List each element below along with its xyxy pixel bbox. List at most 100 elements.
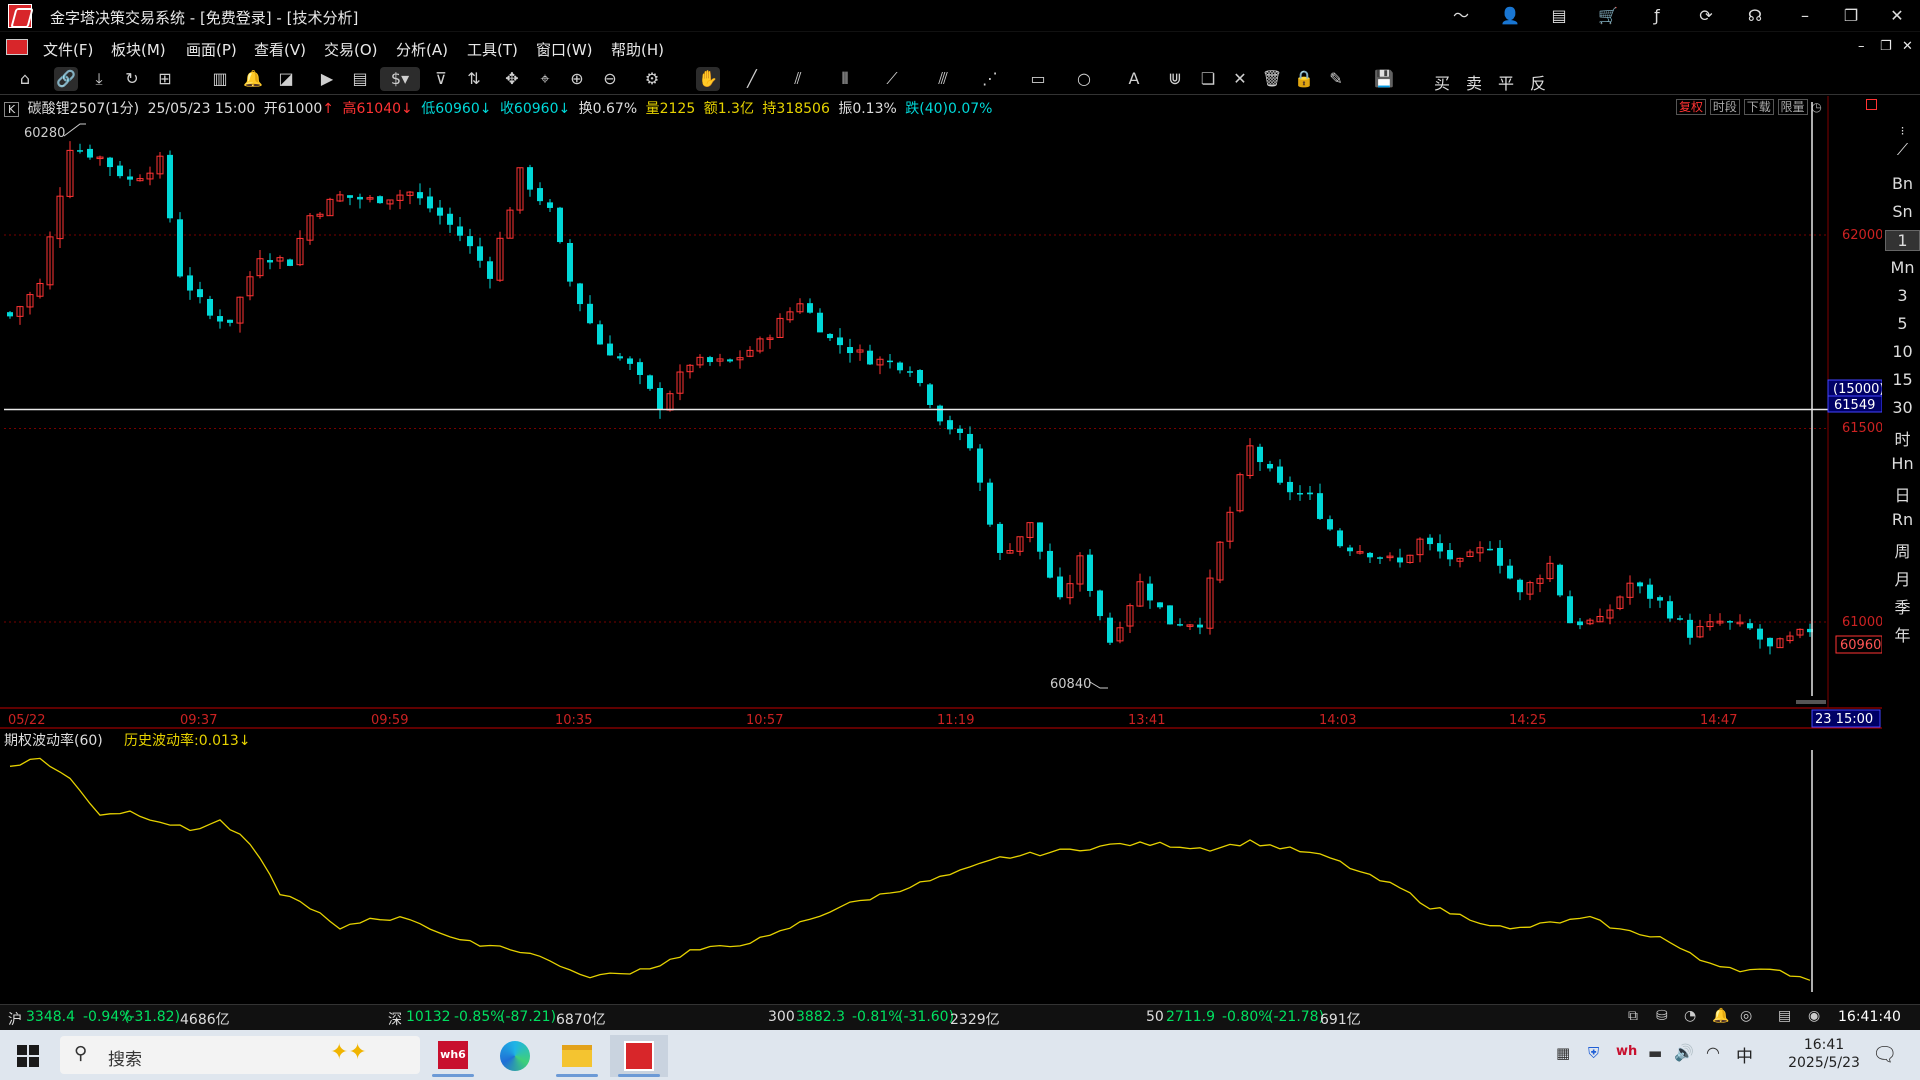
buy-button[interactable]: 买 xyxy=(1434,70,1450,94)
zoom-out-icon[interactable]: ⊖ xyxy=(598,67,622,91)
close-position-button[interactable]: 平 xyxy=(1498,70,1514,94)
broadcast-icon[interactable]: ◎ xyxy=(1740,1008,1752,1024)
period-11[interactable]: 日 xyxy=(1885,482,1920,506)
taskbar-search[interactable]: ⚲ 搜索 ✦✦ xyxy=(60,1036,420,1074)
bell-icon[interactable]: 🔔 xyxy=(241,67,265,91)
pitchfork-icon[interactable]: ⋰ xyxy=(978,67,1002,91)
settings-icon[interactable]: ⚙ xyxy=(640,67,664,91)
ime-indicator[interactable]: 中 xyxy=(1736,1042,1753,1067)
period-2[interactable]: 1 xyxy=(1885,230,1920,251)
connect-icon[interactable]: ⧉ xyxy=(1628,1008,1638,1024)
minimize-icon[interactable]: – xyxy=(1794,6,1816,26)
note-icon[interactable]: ▤ xyxy=(348,67,372,91)
close-icon[interactable]: ✕ xyxy=(1886,6,1908,26)
windows-start-icon[interactable] xyxy=(16,1044,40,1068)
bar-chart-icon[interactable]: ▥ xyxy=(208,67,232,91)
taskbar-clock[interactable]: 16:41 2025/5/23 xyxy=(1784,1036,1864,1072)
sort-icon[interactable]: ⇅ xyxy=(462,67,486,91)
shield-icon[interactable]: ⛨ xyxy=(1588,1044,1599,1062)
period-3[interactable]: Mn xyxy=(1885,258,1920,277)
period-8[interactable]: 30 xyxy=(1885,398,1920,417)
signal-icon[interactable]: ◉ xyxy=(1808,1008,1820,1024)
reverse-button[interactable]: 反 xyxy=(1530,70,1546,94)
crosshair-icon[interactable]: ⌖ xyxy=(533,67,557,91)
notification-icon[interactable]: 🗨 xyxy=(1872,1042,1897,1066)
fan-tool-icon[interactable]: ⟋ xyxy=(880,67,904,91)
taskbar-app-explorer[interactable] xyxy=(548,1035,606,1077)
circle-icon[interactable]: ○ xyxy=(1072,67,1096,91)
period-4[interactable]: 3 xyxy=(1885,286,1920,305)
menu-window[interactable]: 窗口(W) xyxy=(536,39,593,60)
period-13[interactable]: 周 xyxy=(1885,538,1920,562)
clear-icon[interactable]: ✕ xyxy=(1228,67,1252,91)
pen-icon[interactable]: ✎ xyxy=(1324,67,1348,91)
trend-icon[interactable]: ⟋ xyxy=(1885,140,1920,160)
trash-icon[interactable]: 🗑 xyxy=(1260,67,1284,91)
period-1[interactable]: Sn xyxy=(1885,202,1920,221)
hand-icon[interactable]: ✋ xyxy=(696,67,720,91)
menu-analysis[interactable]: 分析(A) xyxy=(396,39,448,60)
period-14[interactable]: 月 xyxy=(1885,566,1920,590)
magnet-icon[interactable]: ⋓ xyxy=(1163,67,1187,91)
taskbar-app-pyramid[interactable] xyxy=(610,1035,668,1077)
period-9[interactable]: 时 xyxy=(1885,426,1920,450)
taskbar-app-wh6[interactable]: wh6 xyxy=(424,1035,482,1077)
grid-icon[interactable]: ⊞ xyxy=(153,67,177,91)
filter-icon[interactable]: ⊽ xyxy=(429,67,453,91)
scroll-thumb[interactable] xyxy=(1796,700,1826,704)
menu-sector[interactable]: 板块(M) xyxy=(111,39,166,60)
rectangle-icon[interactable]: ▭ xyxy=(1026,67,1050,91)
text-tool-icon[interactable]: A xyxy=(1122,67,1146,91)
period-15[interactable]: 季 xyxy=(1885,594,1920,618)
lock-icon[interactable]: 🔒 xyxy=(1292,67,1316,91)
restore-icon[interactable]: ❐ xyxy=(1840,6,1862,26)
mdi-restore-icon[interactable]: ❐ xyxy=(1880,39,1892,54)
mdi-minimize-icon[interactable]: – xyxy=(1858,39,1865,54)
menu-file[interactable]: 文件(F) xyxy=(43,39,93,60)
currency-button[interactable]: $▾ xyxy=(380,67,420,91)
zoom-in-icon[interactable]: ⊕ xyxy=(565,67,589,91)
list-icon[interactable]: ▤ xyxy=(1778,1008,1791,1024)
home-icon[interactable]: ⌂ xyxy=(13,67,37,91)
wifi-icon[interactable]: ◠ xyxy=(1706,1043,1720,1062)
menu-tools[interactable]: 工具(T) xyxy=(467,39,518,60)
menu-view[interactable]: 查看(V) xyxy=(254,39,306,60)
mdi-close-icon[interactable]: ✕ xyxy=(1902,39,1913,54)
period-12[interactable]: Rn xyxy=(1885,510,1920,529)
taskbar-app-edge[interactable] xyxy=(486,1035,544,1077)
menu-help[interactable]: 帮助(H) xyxy=(611,39,664,60)
line-chart-icon[interactable]: ◪ xyxy=(274,67,298,91)
cart-icon[interactable]: 🛒 xyxy=(1597,6,1619,26)
database-icon[interactable]: ⛁ xyxy=(1656,1008,1668,1024)
function-icon[interactable]: ƒ xyxy=(1646,6,1668,26)
play-icon[interactable]: ▶ xyxy=(315,67,339,91)
speed-icon[interactable]: ◔ xyxy=(1684,1008,1696,1024)
sell-button[interactable]: 卖 xyxy=(1466,70,1482,94)
sync-icon[interactable]: ⟳ xyxy=(1695,6,1717,26)
save-icon[interactable]: 💾 xyxy=(1372,67,1396,91)
battery-icon[interactable]: ▬ xyxy=(1648,1044,1662,1062)
period-6[interactable]: 10 xyxy=(1885,342,1920,361)
move-icon[interactable]: ✥ xyxy=(500,67,524,91)
price-chart[interactable]: 62000 61500 61000 60280 60840 (15000) 61… xyxy=(0,96,1882,1002)
network-device-icon[interactable]: ▦ xyxy=(1556,1044,1570,1062)
headset-icon[interactable]: ☊ xyxy=(1744,6,1766,26)
line-tool-icon[interactable]: ╱ xyxy=(740,67,764,91)
draw-tools-icon[interactable]: ⁝ xyxy=(1885,124,1920,138)
period-0[interactable]: Bn xyxy=(1885,174,1920,193)
menu-trade[interactable]: 交易(O) xyxy=(324,39,378,60)
download-icon[interactable]: ⤓ xyxy=(87,67,111,91)
period-10[interactable]: Hn xyxy=(1885,454,1920,473)
period-5[interactable]: 5 xyxy=(1885,314,1920,333)
refresh-icon[interactable]: ↻ xyxy=(120,67,144,91)
wh6-tray-icon[interactable]: wh xyxy=(1616,1044,1637,1059)
user-icon[interactable]: 👤 xyxy=(1499,6,1521,26)
alert-bell-icon[interactable]: 🔔 xyxy=(1712,1008,1729,1024)
copy-icon[interactable]: ❏ xyxy=(1196,67,1220,91)
volume-icon[interactable]: 🔊 xyxy=(1674,1043,1694,1062)
parallel-tool-icon[interactable]: ⫻ xyxy=(931,67,955,91)
document-icon[interactable]: ▤ xyxy=(1548,6,1570,26)
period-16[interactable]: 年 xyxy=(1885,622,1920,646)
channel-tool-icon[interactable]: ⫽ xyxy=(786,67,810,91)
menu-screen[interactable]: 画面(P) xyxy=(186,39,237,60)
